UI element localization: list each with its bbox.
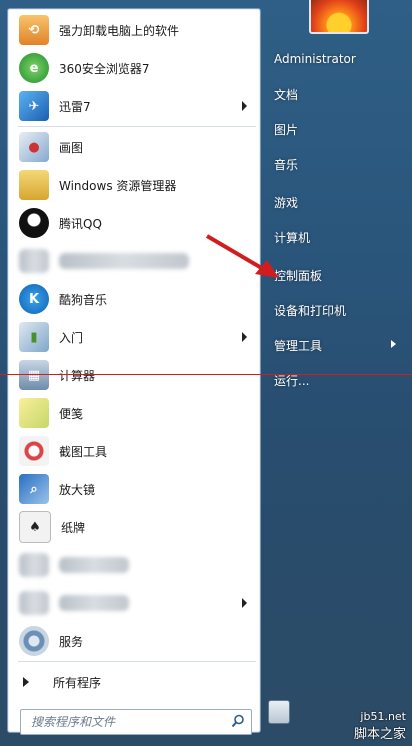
- program-item[interactable]: 便笺: [11, 395, 257, 431]
- program-label: 360安全浏览器7: [59, 61, 150, 76]
- program-item[interactable]: 截图工具: [11, 433, 257, 469]
- search-icon[interactable]: [231, 714, 245, 728]
- program-item[interactable]: [11, 585, 257, 621]
- divider: [18, 661, 256, 662]
- program-label: 放大镜: [59, 482, 96, 497]
- 360-browser-icon: e: [19, 53, 49, 83]
- submenu-arrow-icon: [242, 598, 247, 608]
- program-label: 酷狗音乐: [59, 292, 108, 307]
- snipping-tool-icon: [19, 436, 49, 466]
- services-gear-icon: [19, 626, 49, 656]
- magnifier-icon: ⌕: [19, 474, 49, 504]
- right-item-documents[interactable]: 文档: [268, 79, 404, 109]
- program-item[interactable]: ♠ 纸牌: [11, 509, 257, 545]
- submenu-arrow-icon: [242, 332, 247, 342]
- uninstall-icon: ⟲: [19, 15, 49, 45]
- program-label: Windows 资源管理器: [59, 178, 177, 193]
- blurred-app-icon: [19, 591, 49, 615]
- watermark-site: 脚本之家: [353, 727, 406, 742]
- calculator-icon: ▦: [19, 360, 49, 390]
- program-label: 画图: [59, 140, 84, 155]
- expand-arrow-icon: [23, 677, 29, 687]
- solitaire-icon: ♠: [19, 511, 51, 543]
- kugou-icon: K: [19, 284, 49, 314]
- program-item[interactable]: K 酷狗音乐: [11, 281, 257, 317]
- right-item-run[interactable]: 运行...: [268, 365, 404, 395]
- annotation-arrow-icon: [205, 234, 279, 278]
- program-label: 服务: [59, 634, 84, 649]
- program-item[interactable]: ⟲ 强力卸载电脑上的软件: [11, 12, 257, 48]
- program-label: 便笺: [59, 406, 84, 421]
- right-item-pictures[interactable]: 图片: [268, 114, 404, 144]
- blurred-label: [59, 595, 129, 611]
- user-avatar[interactable]: [309, 0, 369, 34]
- shutdown-button[interactable]: [268, 700, 290, 724]
- right-item-devices-printers[interactable]: 设备和打印机: [268, 295, 404, 325]
- search-box[interactable]: [20, 709, 252, 735]
- program-item[interactable]: ▦ 计算器: [11, 357, 257, 393]
- blurred-label: [59, 253, 189, 269]
- paint-icon: ●: [19, 132, 49, 162]
- program-item[interactable]: Windows 资源管理器: [11, 167, 257, 203]
- start-menu: ⟲ 强力卸载电脑上的软件 e 360安全浏览器7 ✈ 迅雷7 ● 画图 Wind…: [0, 0, 412, 746]
- program-item[interactable]: e 360安全浏览器7: [11, 50, 257, 86]
- program-item[interactable]: ✈ 迅雷7: [11, 88, 257, 124]
- submenu-arrow-icon: [391, 340, 396, 348]
- program-label: 计算器: [59, 368, 96, 383]
- program-label: 入门: [59, 330, 84, 345]
- program-item[interactable]: ● 画图: [11, 129, 257, 165]
- search-input[interactable]: [29, 714, 231, 730]
- right-item-admin-tools[interactable]: 管理工具: [268, 330, 404, 360]
- program-label: 迅雷7: [59, 99, 91, 114]
- all-programs-button[interactable]: 所有程序: [11, 667, 257, 697]
- program-label: 截图工具: [59, 444, 108, 459]
- right-item-music[interactable]: 音乐: [268, 149, 404, 179]
- sticky-notes-icon: [19, 398, 49, 428]
- submenu-arrow-icon: [242, 101, 247, 111]
- qq-penguin-icon: [19, 208, 49, 238]
- explorer-folder-icon: [19, 170, 49, 200]
- right-item-games[interactable]: 游戏: [268, 187, 404, 217]
- annotation-line: [0, 374, 412, 375]
- blurred-app-icon: [19, 553, 49, 577]
- thunder-icon: ✈: [19, 91, 49, 121]
- program-item[interactable]: 服务: [11, 623, 257, 659]
- program-label: 腾讯QQ: [59, 216, 102, 231]
- program-label: 纸牌: [61, 520, 86, 535]
- watermark-domain: jb51.net: [360, 710, 406, 723]
- program-item[interactable]: ⌕ 放大镜: [11, 471, 257, 507]
- program-item[interactable]: ▮ 入门: [11, 319, 257, 355]
- right-item-control-panel[interactable]: 控制面板: [268, 260, 404, 290]
- program-label: 强力卸载电脑上的软件: [59, 23, 180, 38]
- all-programs-label: 所有程序: [53, 675, 102, 690]
- right-item-computer[interactable]: 计算机: [268, 222, 404, 252]
- blurred-label: [59, 557, 129, 573]
- divider: [18, 126, 256, 127]
- programs-pane: ⟲ 强力卸载电脑上的软件 e 360安全浏览器7 ✈ 迅雷7 ● 画图 Wind…: [7, 8, 261, 735]
- watermark: jb51.net 脚本之家: [354, 710, 406, 742]
- getting-started-icon: ▮: [19, 322, 49, 352]
- right-item-user[interactable]: Administrator: [268, 44, 404, 74]
- blurred-app-icon: [19, 249, 49, 273]
- program-item[interactable]: [11, 547, 257, 583]
